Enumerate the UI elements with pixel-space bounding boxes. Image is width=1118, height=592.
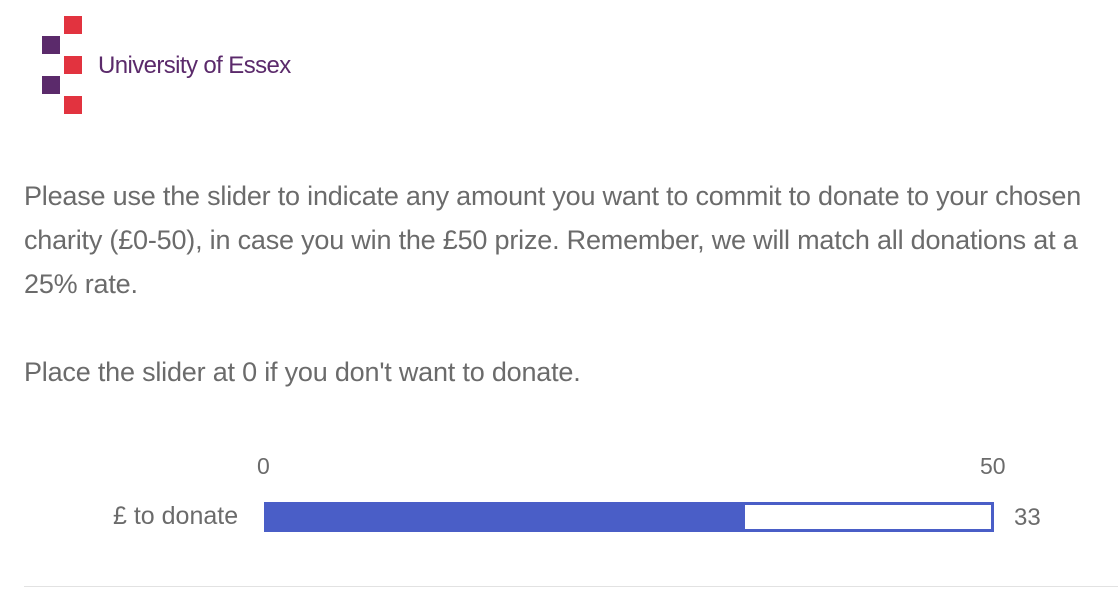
donation-slider-fill (267, 505, 745, 529)
divider (24, 586, 1118, 587)
slider-value: 33 (1014, 504, 1041, 531)
donation-slider[interactable] (264, 502, 994, 532)
logo-square-purple-2 (42, 76, 60, 94)
university-logo: University of Essex (40, 16, 340, 116)
question-text: Please use the slider to indicate any am… (24, 174, 1109, 394)
logo-square-red-2 (64, 56, 82, 74)
logo-text: University of Essex (98, 52, 291, 79)
logo-square-red-3 (64, 96, 82, 114)
slider-label: £ to donate (113, 502, 239, 530)
logo-square-red-1 (64, 16, 82, 34)
slider-scale-min: 0 (257, 453, 270, 479)
logo-square-purple-1 (42, 36, 60, 54)
question-paragraph-1: Please use the slider to indicate any am… (24, 181, 1082, 299)
university-logo-mark (40, 16, 82, 114)
question-paragraph-2: Place the slider at 0 if you don't want … (24, 357, 581, 387)
slider-scale-max: 50 (980, 453, 1006, 479)
